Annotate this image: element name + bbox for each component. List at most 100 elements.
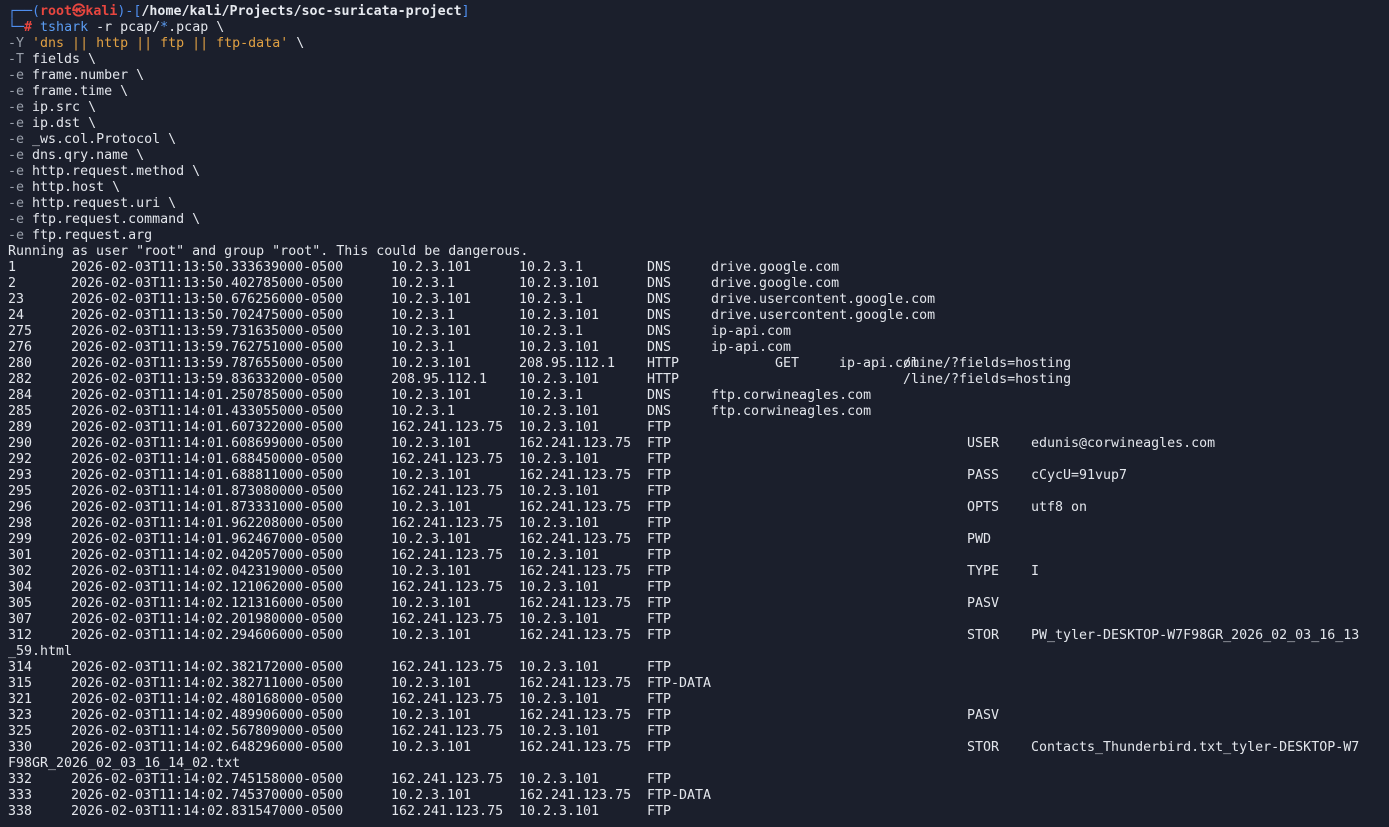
- e-flag: -e: [8, 164, 25, 179]
- protocol: DNS: [647, 276, 672, 291]
- table-row: 285 2026-02-03T11:14:01.433055000-0500 10.…: [8, 404, 1383, 420]
- field-argument-line: -e ftp.request.arg: [8, 228, 152, 244]
- ip-src: 10.2.3.101: [391, 260, 472, 275]
- frame-time: 2026-02-03T11:14:02.489906000-0500: [71, 708, 344, 723]
- http-method: GET: [775, 356, 800, 371]
- command-glob: *: [160, 20, 169, 35]
- command-fields-line: -T fields \: [8, 52, 96, 68]
- e-flag: -e: [8, 212, 25, 227]
- frame-number: 332: [8, 772, 33, 787]
- frame-number: 330: [8, 740, 33, 755]
- frame-time: 2026-02-03T11:14:02.294606000-0500: [71, 628, 344, 643]
- ip-dst: 162.241.123.75: [519, 628, 632, 643]
- field-name: frame.number \: [32, 68, 145, 83]
- protocol: FTP: [647, 660, 672, 675]
- frame-time: 2026-02-03T11:14:01.688811000-0500: [71, 468, 344, 483]
- ftp-argument: utf8 on: [1031, 500, 1088, 515]
- protocol: FTP: [647, 484, 672, 499]
- field-argument-line: -e frame.time \: [8, 84, 128, 100]
- frame-number: 280: [8, 356, 33, 371]
- protocol: FTP: [647, 452, 672, 467]
- field-argument-line: -e frame.number \: [8, 68, 144, 84]
- protocol: FTP: [647, 772, 672, 787]
- frame-time: 2026-02-03T11:14:01.607322000-0500: [71, 420, 344, 435]
- ip-src: 10.2.3.101: [391, 596, 472, 611]
- ftp-command: STOR: [967, 628, 1000, 643]
- ip-dst: 10.2.3.101: [519, 276, 600, 291]
- frame-time: 2026-02-03T11:14:02.382711000-0500: [71, 676, 344, 691]
- frame-time: 2026-02-03T11:13:59.762751000-0500: [71, 340, 344, 355]
- ftp-command: PASV: [967, 596, 1000, 611]
- field-argument-line: -e http.request.uri \: [8, 196, 176, 212]
- frame-number: 305: [8, 596, 33, 611]
- table-row: 333 2026-02-03T11:14:02.745370000-0500 10.…: [8, 788, 1383, 804]
- frame-number: 23: [8, 292, 25, 307]
- ip-src: 162.241.123.75: [391, 772, 504, 787]
- field-name: ftp.request.arg: [32, 228, 153, 243]
- ip-dst: 10.2.3.101: [519, 612, 600, 627]
- ip-src: 10.2.3.101: [391, 436, 472, 451]
- protocol: FTP: [647, 708, 672, 723]
- e-flag: -e: [8, 180, 25, 195]
- frame-number: 24: [8, 308, 25, 323]
- table-row: 289 2026-02-03T11:14:01.607322000-0500 162…: [8, 420, 1383, 436]
- ip-src: 162.241.123.75: [391, 612, 504, 627]
- field-name: ftp.request.command \: [32, 212, 201, 227]
- frame-time: 2026-02-03T11:14:02.042057000-0500: [71, 548, 344, 563]
- command-line[interactable]: └─# tshark -r pcap/*.pcap \: [8, 20, 224, 36]
- ip-dst: 10.2.3.101: [519, 724, 600, 739]
- frame-time: 2026-02-03T11:14:02.745158000-0500: [71, 772, 344, 787]
- protocol: FTP: [647, 436, 672, 451]
- frame-number: 1: [8, 260, 17, 275]
- frame-time: 2026-02-03T11:14:01.873080000-0500: [71, 484, 344, 499]
- dns-query-name: drive.google.com: [711, 276, 840, 291]
- ip-src: 10.2.3.1: [391, 308, 456, 323]
- terminal-window[interactable]: ┌──(root㉿kali)-[/home/kali/Projects/soc-…: [0, 0, 1389, 827]
- frame-number: 307: [8, 612, 33, 627]
- frame-time: 2026-02-03T11:14:02.831547000-0500: [71, 804, 344, 819]
- prompt-line: ┌──(root㉿kali)-[/home/kali/Projects/soc-…: [8, 4, 470, 20]
- ip-src: 162.241.123.75: [391, 580, 504, 595]
- e-flag: -e: [8, 68, 25, 83]
- protocol: FTP: [647, 548, 672, 563]
- table-row: 23 2026-02-03T11:13:50.676256000-0500 10.2…: [8, 292, 1383, 308]
- ip-src: 10.2.3.101: [391, 740, 472, 755]
- ip-src: 162.241.123.75: [391, 692, 504, 707]
- ip-src: 10.2.3.101: [391, 500, 472, 515]
- frame-time: 2026-02-03T11:14:02.567809000-0500: [71, 724, 344, 739]
- ip-src: 162.241.123.75: [391, 804, 504, 819]
- table-row: 314 2026-02-03T11:14:02.382172000-0500 162…: [8, 660, 1383, 676]
- ip-src: 10.2.3.1: [391, 340, 456, 355]
- table-row: 332 2026-02-03T11:14:02.745158000-0500 162…: [8, 772, 1383, 788]
- ip-src: 162.241.123.75: [391, 452, 504, 467]
- field-name: dns.qry.name \: [32, 148, 145, 163]
- protocol: FTP: [647, 500, 672, 515]
- frame-number: 325: [8, 724, 33, 739]
- dns-query-name: ip-api.com: [711, 340, 792, 355]
- frame-number: 338: [8, 804, 33, 819]
- ip-dst: 162.241.123.75: [519, 532, 632, 547]
- table-row: 276 2026-02-03T11:13:59.762751000-0500 10.…: [8, 340, 1383, 356]
- frame-number: 299: [8, 532, 33, 547]
- ip-src: 10.2.3.101: [391, 788, 472, 803]
- dns-query-name: drive.google.com: [711, 260, 840, 275]
- protocol: FTP: [647, 468, 672, 483]
- ip-dst: 162.241.123.75: [519, 564, 632, 579]
- frame-number: 301: [8, 548, 33, 563]
- frame-number: 284: [8, 388, 33, 403]
- ip-src: 10.2.3.101: [391, 532, 472, 547]
- prompt-at-icon: ㉿: [72, 4, 86, 19]
- table-row: 307 2026-02-03T11:14:02.201980000-0500 162…: [8, 612, 1383, 628]
- http-uri: /line/?fields=hosting: [903, 372, 1072, 387]
- command-filter-line: -Y 'dns || http || ftp || ftp-data' \: [8, 36, 304, 52]
- ip-dst: 10.2.3.101: [519, 804, 600, 819]
- frame-time: 2026-02-03T11:14:01.962208000-0500: [71, 516, 344, 531]
- frame-time: 2026-02-03T11:14:01.250785000-0500: [71, 388, 344, 403]
- field-argument-line: -e _ws.col.Protocol \: [8, 132, 176, 148]
- frame-number: 2: [8, 276, 17, 291]
- prompt-frame-bottom: └─: [8, 20, 25, 35]
- ip-dst: 10.2.3.101: [519, 404, 600, 419]
- filter-flag: -Y: [8, 36, 25, 51]
- table-row: 295 2026-02-03T11:14:01.873080000-0500 162…: [8, 484, 1383, 500]
- frame-number: 275: [8, 324, 33, 339]
